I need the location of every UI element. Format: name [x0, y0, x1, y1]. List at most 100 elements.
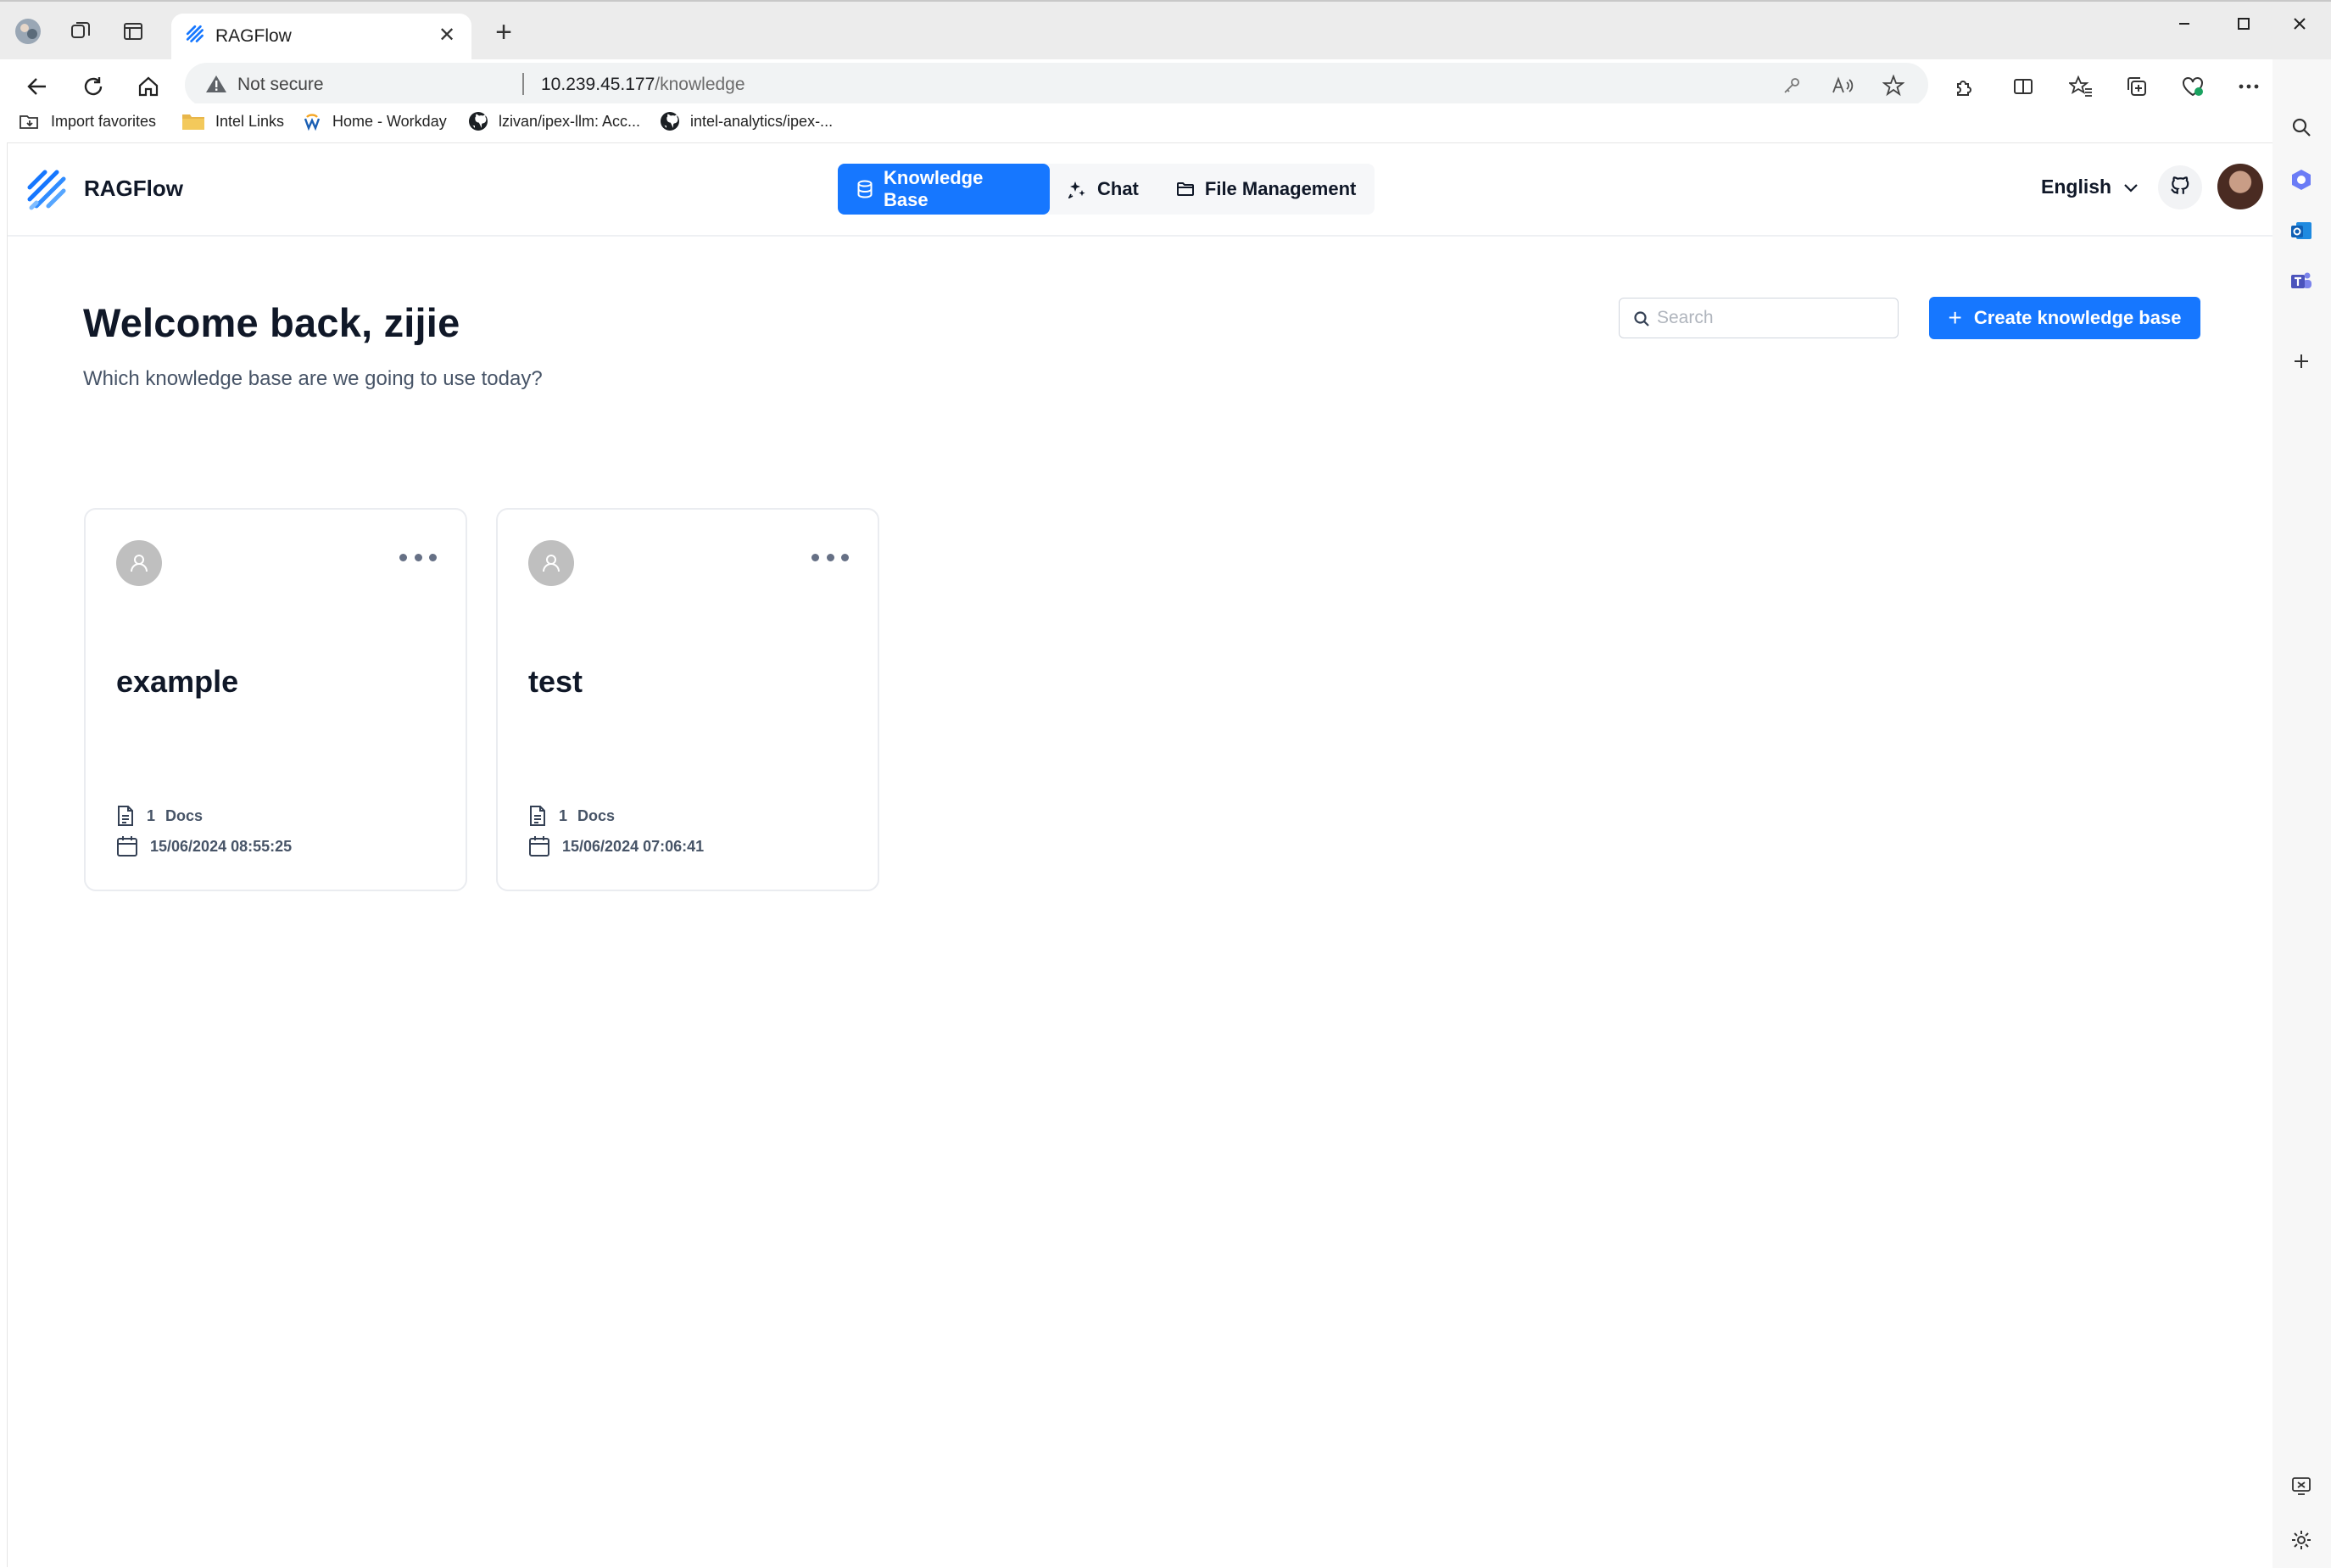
sidebar-teams-icon[interactable]	[2284, 265, 2318, 299]
search-box[interactable]	[1619, 298, 1899, 338]
key-icon[interactable]	[1779, 73, 1804, 98]
language-selector[interactable]: English	[2041, 176, 2139, 198]
brand-name: RAGFlow	[84, 176, 183, 201]
kb-date-value: 15/06/2024 07:06:41	[562, 837, 705, 855]
split-screen-icon[interactable]	[2006, 70, 2040, 103]
new-tab-icon[interactable]: +	[487, 15, 521, 49]
folder-icon	[1176, 181, 1195, 198]
bookmark-workday[interactable]: Home - Workday	[302, 109, 447, 134]
bookmark-ipex-llm[interactable]: lzivan/ipex-llm: Acc...	[468, 109, 640, 134]
doc-count-label: Docs	[165, 806, 204, 824]
browser-essentials-icon[interactable]	[2176, 70, 2210, 103]
github-icon	[2169, 175, 2191, 201]
document-icon	[528, 805, 547, 827]
create-button-label: Create knowledge base	[1973, 307, 2182, 328]
address-bar[interactable]: Not secure 10.239.45.177/knowledge	[185, 63, 1928, 107]
calendar-icon	[116, 835, 138, 857]
plus-icon: +	[1948, 304, 1962, 331]
page-title: Welcome back, zijie	[83, 300, 460, 345]
search-icon	[1633, 310, 1650, 332]
bookmarks-bar: Import favorites Intel Links Home - Work…	[0, 103, 2272, 139]
sidebar-settings-icon[interactable]	[2284, 1523, 2318, 1557]
collections-icon[interactable]	[2120, 70, 2154, 103]
sidebar-add-icon[interactable]	[2284, 344, 2318, 378]
more-options-icon[interactable]	[399, 549, 437, 566]
kb-date: 15/06/2024 07:06:41	[528, 835, 704, 857]
bookmark-label: Home - Workday	[332, 112, 447, 130]
close-window-icon[interactable]	[2274, 7, 2325, 41]
browser-tab-active[interactable]: RAGFlow ✕	[171, 14, 471, 61]
bookmark-import-favorites[interactable]: Import favorites	[19, 109, 156, 134]
app-header: RAGFlow Knowledge Base Chat File Managem…	[8, 143, 2272, 237]
kb-avatar-icon	[116, 540, 162, 586]
create-knowledge-base-button[interactable]: + Create knowledge base	[1929, 297, 2200, 339]
knowledge-base-card[interactable]: test 1 Docs 15/06/2024 07:06:41	[496, 508, 879, 891]
sidebar-search-icon[interactable]	[2284, 110, 2318, 144]
folder-icon	[181, 111, 205, 131]
favorites-icon[interactable]	[2064, 70, 2098, 103]
profile-icon[interactable]	[14, 17, 42, 46]
import-icon	[19, 111, 41, 131]
calendar-icon	[528, 835, 550, 857]
nav-label: Chat	[1097, 178, 1139, 199]
github-button[interactable]	[2158, 165, 2202, 209]
bookmark-label: lzivan/ipex-llm: Acc...	[499, 112, 641, 130]
database-icon	[856, 180, 873, 198]
chevron-down-icon	[2123, 176, 2139, 198]
bookmark-intel-analytics[interactable]: intel-analytics/ipex-...	[660, 109, 833, 134]
github-icon	[660, 111, 680, 131]
warning-icon[interactable]	[205, 74, 227, 98]
knowledge-base-card[interactable]: example 1 Docs 15/06/2024 08:55:25	[84, 508, 467, 891]
chat-sparkle-icon	[1068, 180, 1087, 198]
bookmark-intel-links[interactable]: Intel Links	[181, 109, 284, 134]
workspaces-icon[interactable]	[66, 17, 95, 46]
bookmark-label: Intel Links	[215, 112, 285, 130]
home-icon[interactable]	[131, 70, 165, 103]
tab-actions-icon[interactable]	[119, 17, 148, 46]
url-host: 10.239.45.177	[541, 75, 655, 94]
nav-chat[interactable]: Chat	[1050, 164, 1157, 215]
tab-close-icon[interactable]: ✕	[434, 22, 460, 47]
nav-label: Knowledge Base	[884, 167, 984, 210]
kb-name: example	[116, 664, 239, 699]
kb-name: test	[528, 664, 583, 699]
more-options-icon[interactable]	[811, 549, 849, 566]
security-label: Not secure	[237, 75, 324, 94]
kb-doc-count: 1 Docs	[116, 805, 203, 827]
nav-label: File Management	[1204, 178, 1357, 199]
more-menu-icon[interactable]	[2232, 70, 2266, 103]
extensions-icon[interactable]	[1947, 70, 1981, 103]
maximize-icon[interactable]	[2218, 7, 2269, 41]
github-icon	[468, 111, 488, 131]
doc-count-label: Docs	[577, 806, 616, 824]
page-subtitle: Which knowledge base are we going to use…	[83, 367, 543, 390]
reload-icon[interactable]	[76, 70, 110, 103]
document-icon	[116, 805, 135, 827]
read-aloud-icon[interactable]	[1830, 73, 1855, 98]
back-icon[interactable]	[20, 70, 54, 103]
language-label: English	[2041, 176, 2112, 198]
ragflow-logo-icon[interactable]	[25, 167, 70, 217]
favorite-star-icon[interactable]	[1881, 73, 1906, 98]
address-url[interactable]: 10.239.45.177/knowledge	[541, 75, 745, 95]
nav-knowledge-base[interactable]: Knowledge Base	[838, 164, 1050, 215]
bookmark-label: Import favorites	[51, 112, 157, 130]
minimize-icon[interactable]	[2159, 7, 2210, 41]
kb-date: 15/06/2024 08:55:25	[116, 835, 292, 857]
sidebar-outlook-icon[interactable]	[2284, 214, 2318, 248]
doc-count-value: 1	[147, 806, 156, 824]
workday-icon	[302, 111, 322, 131]
address-separator	[522, 73, 524, 95]
url-path: /knowledge	[655, 75, 745, 94]
sidebar-screenshot-icon[interactable]	[2284, 1469, 2318, 1503]
browser-titlebar: RAGFlow ✕ +	[0, 0, 2331, 61]
user-avatar[interactable]	[2217, 164, 2263, 209]
nav-file-management[interactable]: File Management	[1157, 164, 1375, 215]
ragflow-favicon-icon	[185, 24, 207, 50]
search-input[interactable]	[1657, 304, 1886, 332]
page-viewport: RAGFlow Knowledge Base Chat File Managem…	[7, 142, 2272, 1567]
kb-date-value: 15/06/2024 08:55:25	[150, 837, 293, 855]
kb-doc-count: 1 Docs	[528, 805, 615, 827]
tab-title: RAGFlow	[215, 26, 292, 46]
sidebar-shopping-icon[interactable]	[2284, 163, 2318, 197]
